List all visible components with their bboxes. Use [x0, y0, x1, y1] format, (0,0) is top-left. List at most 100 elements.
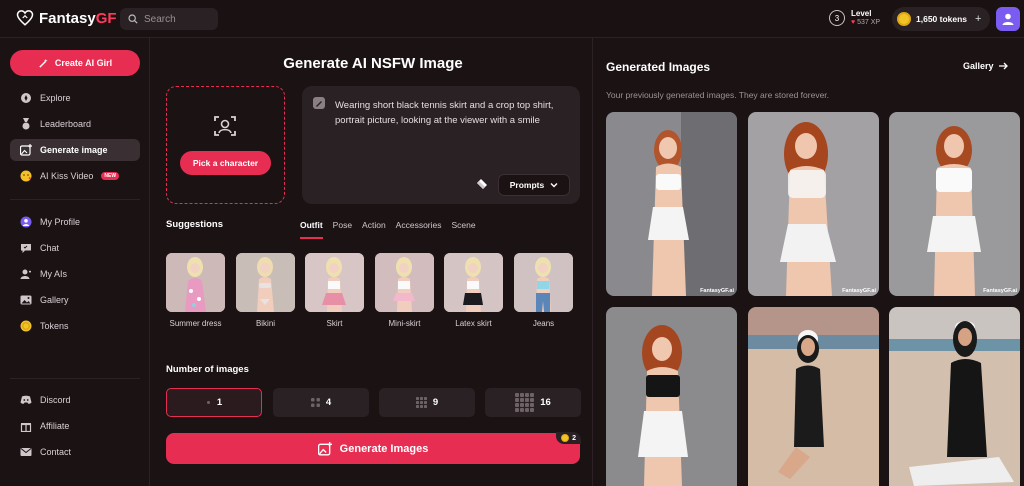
suggestion-mini-skirt[interactable]: Mini-skirt	[375, 253, 434, 330]
number-option-1[interactable]: 1	[166, 388, 262, 417]
top-bar: FantasyGF Search 3 Level ♥ 537 XP 1,650 …	[0, 0, 1024, 38]
tab-pose[interactable]: Pose	[333, 220, 352, 239]
sidebar-item-label: Generate image	[40, 145, 108, 155]
cost-badge: 2	[556, 432, 581, 444]
sidebar-item-ai-kiss-video[interactable]: AI Kiss Video NEW	[10, 165, 140, 187]
single-dot-icon	[206, 401, 210, 404]
sidebar: Create AI Girl Explore Leaderboard Gener…	[0, 38, 150, 486]
grid-4x4-icon	[515, 393, 535, 412]
generate-images-label: Generate Images	[339, 442, 429, 455]
chevron-down-icon	[550, 183, 558, 188]
suggestion-jeans[interactable]: Jeans	[514, 253, 573, 330]
sidebar-divider	[10, 199, 140, 200]
sidebar-item-my-profile[interactable]: My Profile	[10, 211, 140, 233]
generated-image[interactable]: FantasyGF.ai	[889, 112, 1020, 296]
prompt-textarea[interactable]: Wearing short black tennis skirt and a c…	[302, 86, 580, 204]
sidebar-item-contact[interactable]: Contact	[10, 441, 140, 463]
logo-text-main: Fantasy	[39, 9, 96, 27]
generate-images-button[interactable]: Generate Images 2	[166, 432, 581, 464]
sidebar-item-label: Explore	[40, 93, 71, 103]
avatar[interactable]	[996, 7, 1020, 31]
sidebar-item-my-ais[interactable]: My AIs	[10, 263, 140, 285]
create-ai-girl-button[interactable]: Create AI Girl	[10, 50, 140, 76]
watermark: FantasyGF.ai	[983, 288, 1017, 294]
sidebar-item-label: Gallery	[40, 295, 69, 305]
search-input[interactable]: Search	[120, 8, 218, 30]
new-badge: NEW	[101, 172, 120, 180]
tab-outfit[interactable]: Outfit	[300, 220, 323, 239]
pick-character-button[interactable]: Pick a character	[180, 151, 271, 175]
suggestion-thumbnail	[375, 253, 434, 312]
generated-image[interactable]: FantasyGF.ai	[606, 112, 737, 296]
generated-image[interactable]	[606, 307, 737, 486]
sidebar-item-discord[interactable]: Discord	[10, 389, 140, 411]
level-xp: 537 XP	[857, 19, 881, 26]
arrow-right-icon	[998, 62, 1008, 70]
tab-action[interactable]: Action	[362, 220, 386, 239]
generated-image[interactable]: FantasyGF.ai	[748, 112, 879, 296]
coin-icon	[20, 320, 32, 332]
suggestion-thumbnail	[444, 253, 503, 312]
sidebar-item-explore[interactable]: Explore	[10, 87, 140, 109]
gallery-link[interactable]: Gallery	[963, 61, 1009, 71]
prompts-dropdown[interactable]: Prompts	[498, 174, 570, 196]
number-option-4[interactable]: 4	[273, 388, 369, 417]
sidebar-item-chat[interactable]: Chat	[10, 237, 140, 259]
suggestion-label: Skirt	[326, 319, 343, 328]
chat-icon	[20, 242, 32, 254]
number-option-label: 16	[540, 397, 551, 408]
sidebar-item-affiliate[interactable]: Affiliate	[10, 415, 140, 437]
sidebar-item-tokens[interactable]: Tokens	[10, 315, 140, 337]
generated-images-title: Generated Images	[606, 60, 711, 74]
sidebar-item-label: Chat	[40, 243, 60, 253]
face-scan-icon	[214, 116, 236, 136]
level-label: Level	[851, 9, 872, 18]
generated-images-subtitle: Your previously generated images. They a…	[606, 90, 830, 100]
number-option-9[interactable]: 9	[379, 388, 475, 417]
sidebar-item-leaderboard[interactable]: Leaderboard	[10, 113, 140, 135]
heart-user-icon	[20, 268, 32, 280]
level-indicator[interactable]: 3 Level ♥ 537 XP	[829, 9, 880, 27]
suggestions-title: Suggestions	[166, 219, 224, 230]
image-plus-icon	[317, 441, 332, 456]
suggestion-label: Mini-skirt	[388, 319, 421, 328]
magic-wand-icon	[39, 58, 48, 68]
grid-2x2-icon	[310, 398, 320, 407]
kiss-emoji-icon	[20, 170, 32, 182]
suggestion-bikini[interactable]: Bikini	[236, 253, 295, 330]
suggestion-skirt[interactable]: Skirt	[305, 253, 364, 330]
suggestion-latex-skirt[interactable]: Latex skirt	[444, 253, 503, 330]
gallery-icon	[20, 294, 32, 306]
sidebar-item-label: Discord	[40, 395, 71, 405]
generated-image[interactable]	[889, 307, 1020, 486]
tab-scene[interactable]: Scene	[452, 220, 476, 239]
sidebar-item-label: Leaderboard	[40, 119, 92, 129]
plus-icon: +	[975, 13, 982, 25]
coin-icon	[561, 434, 570, 442]
logo[interactable]: FantasyGF	[16, 9, 117, 27]
grid-3x3-icon	[415, 397, 427, 408]
medal-icon	[20, 118, 32, 130]
tab-accessories[interactable]: Accessories	[396, 220, 442, 239]
suggestion-thumbnail	[514, 253, 573, 312]
watermark: FantasyGF.ai	[700, 288, 734, 294]
number-of-images-title: Number of images	[166, 364, 249, 375]
gift-icon	[20, 420, 32, 432]
number-option-16[interactable]: 16	[485, 388, 581, 417]
prompts-label: Prompts	[509, 180, 545, 190]
suggestion-label: Jeans	[532, 319, 555, 328]
generated-image[interactable]	[748, 307, 879, 486]
sidebar-item-generate-image[interactable]: Generate image	[10, 139, 140, 161]
pick-character-box[interactable]: Pick a character	[166, 86, 285, 204]
tokens-count: 1,650 tokens	[916, 14, 968, 24]
suggestion-label: Bikini	[255, 319, 276, 328]
image-plus-icon	[20, 144, 32, 156]
sidebar-item-label: Contact	[40, 447, 72, 457]
eraser-icon[interactable]	[476, 178, 488, 190]
tokens-button[interactable]: 1,650 tokens +	[892, 7, 990, 31]
sidebar-item-gallery[interactable]: Gallery	[10, 289, 140, 311]
heart-logo-icon	[16, 10, 34, 26]
create-ai-girl-label: Create AI Girl	[54, 58, 113, 68]
number-option-label: 4	[325, 397, 332, 408]
suggestion-summer-dress[interactable]: Summer dress	[166, 253, 225, 330]
